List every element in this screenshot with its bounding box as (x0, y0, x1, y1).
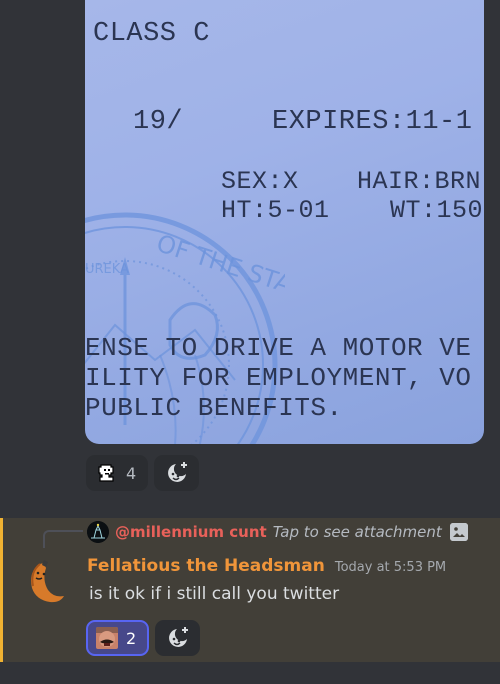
license-hair-text: HAIR:BRN (357, 167, 482, 196)
reaction-bar: 2 (86, 620, 201, 656)
reaction-button[interactable]: 4 (86, 455, 149, 491)
license-expires-text: EXPIRES:11-1 (272, 107, 473, 137)
add-reaction-button[interactable] (155, 620, 201, 656)
reply-connector-line (43, 530, 83, 548)
replied-message-preview[interactable]: @millennium cunt Tap to see attachment (87, 521, 468, 543)
replied-author-name[interactable]: @millennium cunt (115, 523, 267, 541)
reaction-bar: 4 (86, 455, 200, 491)
message-author-name[interactable]: Fellatious the Headsman (87, 556, 325, 576)
message-item-highlighted[interactable]: @millennium cunt Tap to see attachment F… (0, 518, 500, 662)
reaction-button-active[interactable]: 2 (86, 620, 150, 656)
laughing-man-emoji-icon (96, 627, 118, 649)
reaction-count: 4 (126, 463, 137, 483)
message-content: is it ok if i still call you twitter (89, 584, 340, 604)
license-weight-text: WT:150 (390, 196, 484, 225)
license-number-text: 19/ (133, 107, 184, 137)
add-reaction-button[interactable] (154, 455, 200, 491)
image-icon (449, 523, 468, 541)
add-reaction-icon (167, 462, 187, 482)
license-height-text: HT:5-01 (221, 196, 330, 225)
reaction-count: 2 (126, 628, 137, 648)
replied-message-text[interactable]: Tap to see attachment (273, 523, 442, 541)
license-paragraph-line: ILITY FOR EMPLOYMENT, VO (85, 363, 472, 393)
license-paragraph-line: PUBLIC BENEFITS. (85, 393, 343, 423)
seal-arc-text: OF THE STATE (153, 229, 285, 308)
license-sex-text: SEX:X (221, 167, 299, 196)
add-reaction-icon (168, 627, 188, 647)
seal-motto-text: UREKA (85, 262, 129, 277)
license-paragraph-line: ENSE TO DRIVE A MOTOR VE (85, 333, 472, 363)
license-class-text: CLASS C (93, 19, 210, 49)
pixel-face-emoji-icon (98, 464, 114, 482)
message-header: Fellatious the Headsman Today at 5:53 PM (87, 556, 446, 576)
image-attachment[interactable]: OF THE STATE UREKA CLASS C 19/ EXPIRES:1… (85, 0, 484, 444)
replied-user-avatar[interactable] (87, 521, 109, 543)
message-timestamp: Today at 5:53 PM (334, 560, 447, 575)
user-avatar[interactable] (22, 556, 70, 604)
